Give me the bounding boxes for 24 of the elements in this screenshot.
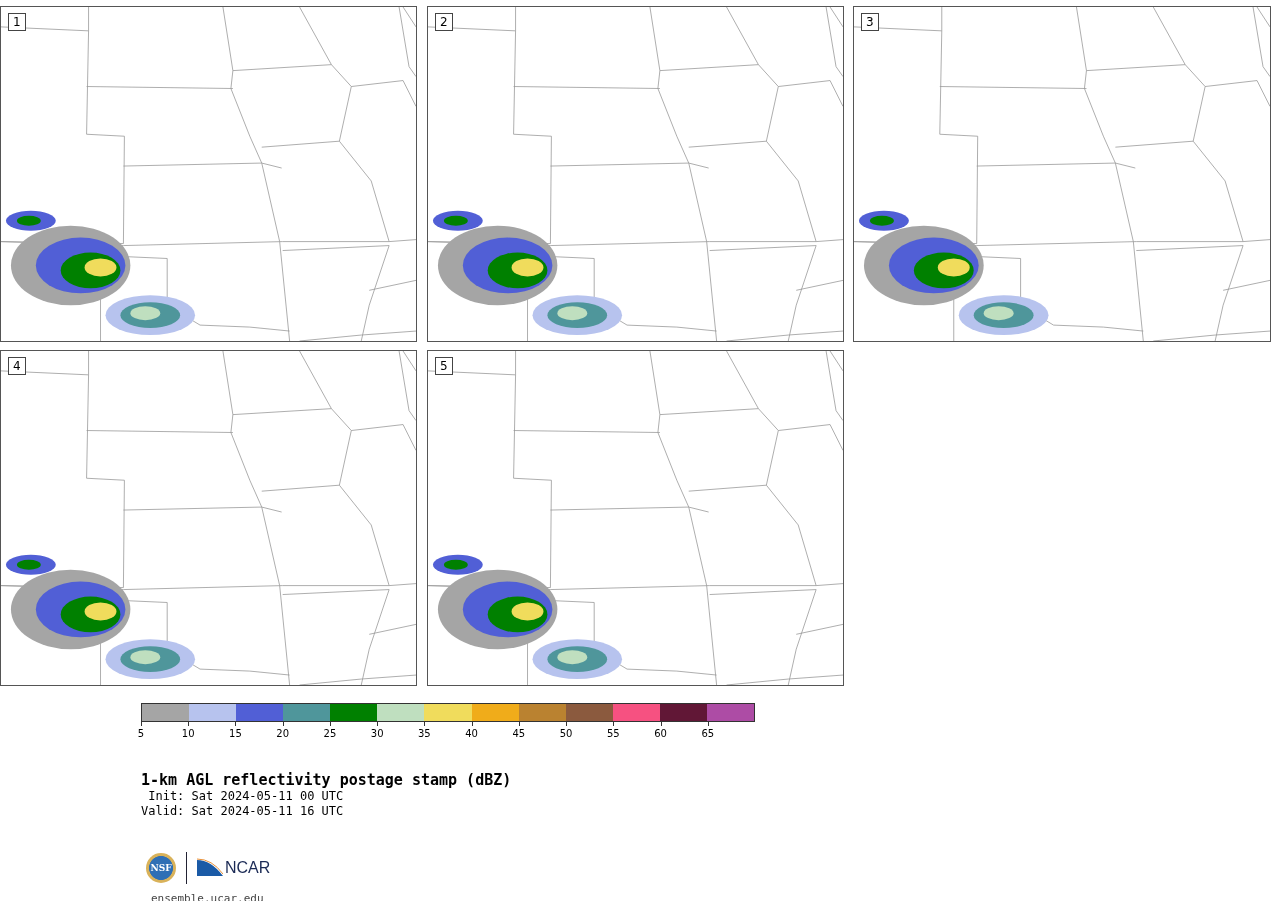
ncar-logo-text: NCAR (225, 859, 271, 877)
tick-label: 50 (559, 728, 573, 739)
panel-number: 1 (8, 13, 26, 31)
tick-label: 30 (370, 728, 384, 739)
tick-label: 20 (276, 728, 290, 739)
tick-label: 10 (181, 728, 195, 739)
tick-label: 45 (512, 728, 526, 739)
tick-label: 5 (137, 728, 145, 739)
panel-number: 4 (8, 357, 26, 375)
tick-label: 25 (323, 728, 337, 739)
swoosh-icon (197, 858, 223, 878)
tick-label: 35 (418, 728, 431, 739)
panel-number: 5 (435, 357, 453, 375)
init-time: Init: Sat 2024-05-11 00 UTC (147, 789, 345, 804)
tick-label: 60 (654, 728, 667, 739)
chart-title: 1-km AGL reflectivity postage stamp (dBZ) (141, 771, 513, 789)
tick-label: 15 (229, 728, 242, 739)
panel-number: 3 (861, 13, 879, 31)
tick-label: 65 (701, 728, 715, 739)
panel-number: 2 (435, 13, 453, 31)
tick-label: 40 (465, 728, 478, 739)
valid-time: Valid: Sat 2024-05-11 16 UTC (141, 804, 345, 819)
seal-logo: NSF (146, 853, 176, 883)
tick-label: 55 (606, 728, 620, 739)
